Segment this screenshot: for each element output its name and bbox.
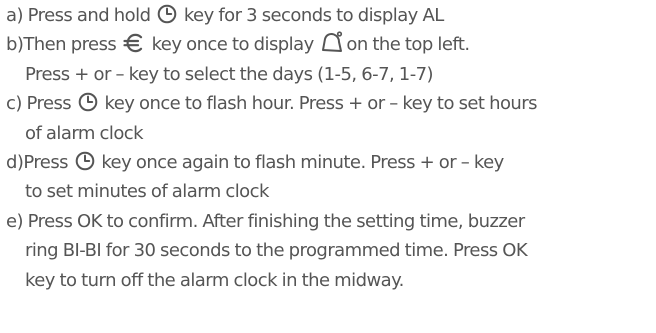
step-e-label: e) — [6, 210, 24, 232]
step-d: d)Press key once again to flash minute. … — [6, 148, 651, 177]
step-a-label: a) — [6, 5, 24, 26]
step-d-line-2: to set minutes of alarm clock — [25, 181, 269, 203]
step-c-text-post: key once to flash hour. Press + or – key… — [104, 93, 537, 115]
step-d-text-pre: Press — [23, 151, 68, 173]
step-c-text-pre: Press — [26, 93, 72, 115]
step-e-line-2: ring BI-BI for 30 seconds to the program… — [25, 240, 528, 262]
step-b-label: b) — [6, 34, 24, 56]
step-b-line-2: Press + or – key to select the days (1-5… — [25, 63, 434, 85]
alarm-setup-instructions: a) Press and hold key for 3 seconds to d… — [6, 1, 651, 295]
step-c-line-2: of alarm clock — [25, 122, 144, 144]
step-d-text-post: key once again to flash minute. Press + … — [101, 151, 504, 173]
step-b-text-post: on the top left. — [346, 34, 470, 56]
euro-icon — [123, 33, 145, 53]
step-b-text-mid: key once to display — [151, 34, 315, 56]
step-c: c) Press key once to flash hour. Press +… — [6, 89, 651, 118]
step-c-label: c) — [6, 93, 22, 115]
step-a: a) Press and hold key for 3 seconds to d… — [6, 1, 651, 30]
step-a-text-post: key for 3 seconds to display AL — [183, 5, 444, 26]
clock-icon — [157, 4, 177, 24]
step-e-line-3: key to turn off the alarm clock in the m… — [25, 269, 404, 291]
step-e-text-line-1: Press OK to confirm. After finishing the… — [27, 210, 526, 232]
step-b: b)Then press key once to display on the … — [6, 30, 651, 59]
clock-icon — [75, 151, 95, 171]
step-b-text-pre: Then press — [23, 34, 117, 56]
step-a-text-pre: Press and hold — [27, 5, 151, 26]
clock-icon — [78, 92, 98, 112]
bell-icon — [320, 31, 344, 53]
step-e: e) Press OK to confirm. After finishing … — [6, 207, 651, 236]
step-d-label: d) — [6, 151, 24, 173]
